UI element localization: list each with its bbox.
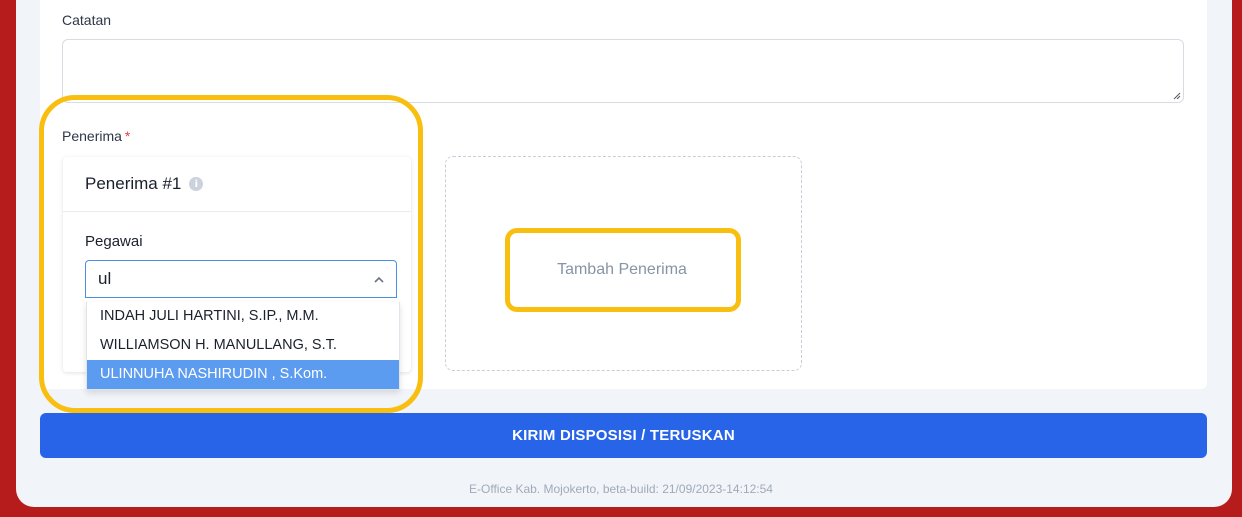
dropdown-option[interactable]: WILLIAMSON H. MANULLANG, S.T. <box>87 331 399 360</box>
recipient-title: Penerima #1 <box>85 174 182 193</box>
pegawai-search-input[interactable] <box>98 269 358 289</box>
resize-grip-icon[interactable] <box>1173 92 1181 100</box>
pegawai-dropdown: INDAH JULI HARTINI, S.IP., M.M. WILLIAMS… <box>86 302 400 390</box>
add-recipient-button[interactable]: Tambah Penerima <box>505 228 739 311</box>
catatan-label: Catatan <box>62 12 112 28</box>
recipient-card-header: Penerima #1 i <box>63 157 411 212</box>
dropdown-option[interactable]: INDAH JULI HARTINI, S.IP., M.M. <box>87 302 399 331</box>
catatan-textarea[interactable] <box>62 39 1184 103</box>
dropdown-option-highlighted[interactable]: ULINNUHA NASHIRUDIN , S.Kom. <box>87 360 399 389</box>
pegawai-label: Pegawai <box>85 233 143 250</box>
penerima-label-text: Penerima <box>62 128 122 144</box>
info-icon[interactable]: i <box>189 177 204 191</box>
pegawai-select[interactable] <box>85 260 397 298</box>
chevron-up-icon[interactable] <box>372 273 386 287</box>
required-mark: * <box>124 128 131 144</box>
penerima-label: Penerima * <box>62 128 130 144</box>
submit-disposition-button[interactable]: KIRIM DISPOSISI / TERUSKAN <box>40 413 1207 458</box>
footer-build-info: E-Office Kab. Mojokerto, beta-build: 21/… <box>469 482 773 496</box>
